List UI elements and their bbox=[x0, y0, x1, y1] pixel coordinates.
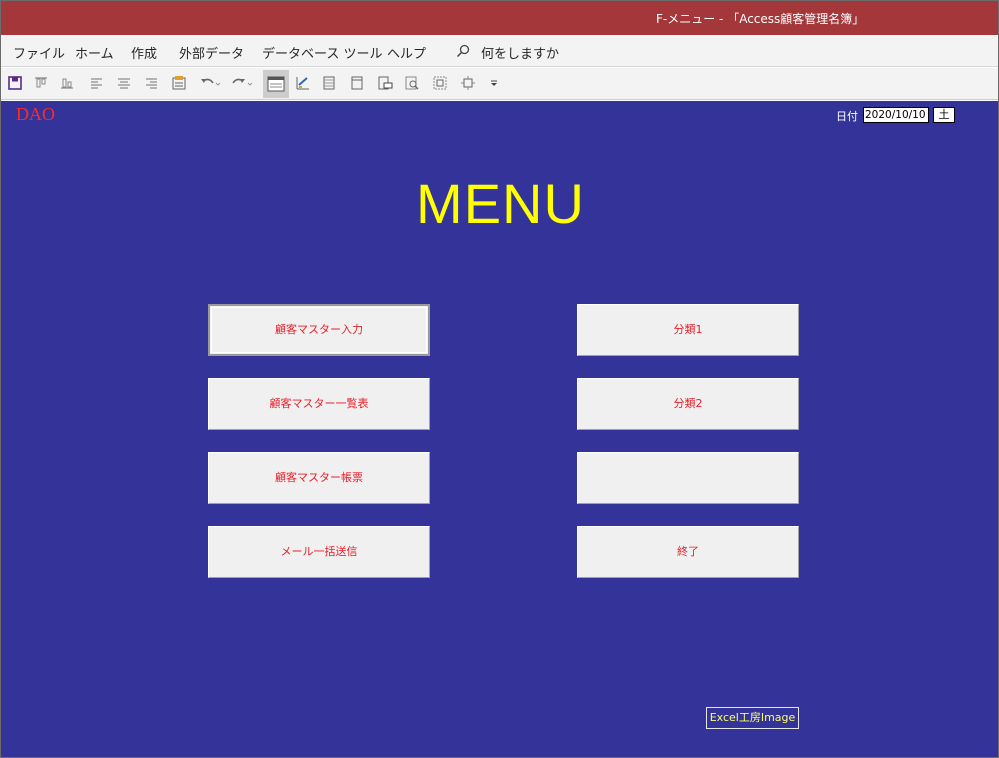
customer-master-report-button[interactable]: 顧客マスター帳票 bbox=[208, 452, 430, 504]
print-preview-icon[interactable] bbox=[377, 75, 395, 93]
align-left-icon[interactable] bbox=[89, 75, 107, 93]
title-bar: F-メニュー - 「Access顧客管理名簿」 bbox=[1, 1, 998, 35]
customer-master-list-button[interactable]: 顧客マスター一覧表 bbox=[208, 378, 430, 430]
datasheet-icon[interactable] bbox=[321, 75, 339, 93]
align-center-icon[interactable] bbox=[116, 75, 134, 93]
category-1-button[interactable]: 分類1 bbox=[577, 304, 799, 356]
save-icon[interactable] bbox=[7, 75, 25, 93]
menu-form: DAO 日付 2020/10/10 土 MENU 顧客マスター入力 顧客マスター… bbox=[1, 101, 998, 757]
brand-label: Excel工房Image bbox=[706, 707, 799, 729]
align-right-icon[interactable] bbox=[143, 75, 161, 93]
search-icon[interactable] bbox=[456, 43, 470, 58]
tab-external-data[interactable]: 外部データ bbox=[179, 43, 244, 62]
size-to-fit-icon[interactable] bbox=[460, 75, 478, 93]
dao-logo-label: DAO bbox=[16, 104, 55, 124]
tab-help[interactable]: ヘルプ bbox=[387, 43, 426, 62]
select-all-icon[interactable] bbox=[432, 75, 450, 93]
tab-home[interactable]: ホーム bbox=[75, 43, 114, 62]
zoom-icon[interactable] bbox=[404, 75, 422, 93]
date-label: 日付 bbox=[836, 110, 858, 123]
weekday-field[interactable]: 土 bbox=[933, 107, 955, 123]
window-title: F-メニュー - 「Access顧客管理名簿」 bbox=[656, 12, 865, 26]
form-view-icon[interactable] bbox=[263, 70, 289, 98]
category-2-button[interactable]: 分類2 bbox=[577, 378, 799, 430]
quick-access-toolbar bbox=[1, 68, 998, 100]
customize-dropdown-icon[interactable] bbox=[488, 75, 506, 93]
page-title: MENU bbox=[416, 172, 585, 235]
exit-button[interactable]: 終了 bbox=[577, 526, 799, 578]
date-field[interactable]: 2020/10/10 bbox=[863, 107, 929, 123]
tell-me-search[interactable]: 何をしますか bbox=[481, 43, 559, 62]
property-sheet-icon[interactable] bbox=[171, 75, 189, 93]
ribbon-tabs: ファイル ホーム 作成 外部データ データベース ツール ヘルプ 何をしますか bbox=[1, 35, 998, 67]
customer-master-input-button[interactable]: 顧客マスター入力 bbox=[208, 304, 430, 356]
bulk-email-button[interactable]: メール一括送信 bbox=[208, 526, 430, 578]
align-top-icon[interactable] bbox=[33, 75, 51, 93]
blank-button[interactable] bbox=[577, 452, 799, 504]
tab-create[interactable]: 作成 bbox=[131, 43, 157, 62]
redo-icon[interactable] bbox=[231, 75, 253, 93]
tab-database-tools[interactable]: データベース ツール bbox=[262, 43, 382, 62]
tab-file[interactable]: ファイル bbox=[13, 43, 65, 62]
align-bottom-icon[interactable] bbox=[59, 75, 77, 93]
blank-form-icon[interactable] bbox=[349, 75, 367, 93]
access-window: F-メニュー - 「Access顧客管理名簿」 ファイル ホーム 作成 外部デー… bbox=[0, 0, 999, 758]
undo-icon[interactable] bbox=[199, 75, 221, 93]
design-view-icon[interactable] bbox=[295, 75, 313, 93]
